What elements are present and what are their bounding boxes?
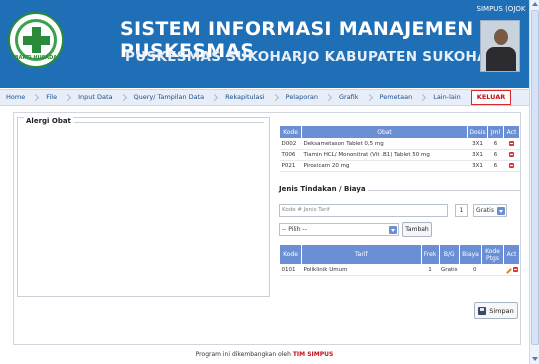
menu-item-lain-lain[interactable]: Lain-lain xyxy=(427,89,467,106)
main-menu: Home File Input Data Query/ Tampilan Dat… xyxy=(0,89,529,106)
petugas-value: -- Pilih -- xyxy=(282,226,307,233)
col-act: Act xyxy=(503,125,520,139)
cell-dosis: 3X1 xyxy=(467,149,488,161)
menu-separator-icon xyxy=(64,93,72,102)
menu-separator-icon xyxy=(419,93,427,102)
cell-kode-ptgs xyxy=(481,264,504,276)
col-tarif: Tarif xyxy=(301,244,422,265)
table-row: D002 Deksametason Tablet 0,5 mg 3X1 6 xyxy=(279,138,520,150)
col-dosis: Dosis xyxy=(467,125,488,139)
chevron-down-icon[interactable] xyxy=(389,226,397,234)
menu-separator-icon xyxy=(365,93,373,102)
cell-act xyxy=(503,138,520,150)
tindakan-table: Kode Tarif Frek B/G Biaya Kode Ptgs Act … xyxy=(279,244,520,276)
delete-icon[interactable] xyxy=(509,151,514,157)
scroll-up-icon[interactable] xyxy=(532,2,538,6)
user-name: SIMPUS (OJOK xyxy=(476,5,526,13)
vertical-scrollbar[interactable] xyxy=(529,0,539,364)
app-header: BAKTI HUSADA SISTEM INFORMASI MANAJEMEN … xyxy=(0,0,529,88)
petugas-select[interactable]: -- Pilih -- xyxy=(279,223,399,236)
table-row: P021 Piroxicam 20 mg 3X1 6 xyxy=(279,160,520,172)
medication-table: Kode Obat Dosis Jml Act D002 Deksametaso… xyxy=(279,125,520,172)
exit-button[interactable]: KELUAR xyxy=(470,90,512,105)
cell-tarif: Poliklinik Umum xyxy=(301,264,422,276)
delete-icon[interactable] xyxy=(509,162,514,168)
menu-separator-icon xyxy=(324,93,333,102)
table-row: 0101 Poliklinik Umum 1 Gratis 0 xyxy=(279,264,520,276)
cell-jml: 6 xyxy=(487,149,504,161)
menu-item-query[interactable]: Query/ Tampilan Data xyxy=(128,89,211,106)
menu-separator-icon xyxy=(211,93,219,102)
menu-item-input-data[interactable]: Input Data xyxy=(72,89,118,106)
col-jml: Jml xyxy=(487,125,504,139)
cell-frek: 1 xyxy=(421,264,440,276)
cell-biaya: 0 xyxy=(459,264,482,276)
cell-obat: Deksametason Tablet 0,5 mg xyxy=(301,138,468,150)
delete-icon[interactable] xyxy=(512,266,518,272)
payment-type-select[interactable]: Gratis xyxy=(473,204,507,217)
col-kode-ptgs: Kode Ptgs xyxy=(481,244,504,265)
save-label: Simpan xyxy=(489,306,514,315)
floppy-disk-icon xyxy=(478,306,487,315)
col-frek: Frek xyxy=(420,244,440,265)
cell-act xyxy=(503,160,520,172)
edit-icon[interactable] xyxy=(505,267,512,274)
scroll-down-icon[interactable] xyxy=(532,357,538,361)
delete-icon[interactable] xyxy=(509,140,514,146)
medication-table-wrapper: Kode Obat Dosis Jml Act D002 Deksametaso… xyxy=(279,125,520,172)
add-button[interactable]: Tambah xyxy=(402,222,432,237)
cell-dosis: 3X1 xyxy=(467,160,488,172)
logo-text: BAKTI HUSADA xyxy=(14,55,58,61)
menu-separator-icon xyxy=(271,93,279,102)
scroll-thumb[interactable] xyxy=(531,10,539,345)
user-avatar xyxy=(480,20,520,72)
cell-bg: Gratis xyxy=(439,264,460,276)
kode-tarif-input[interactable]: Kode # Jenis Tarif xyxy=(279,204,448,217)
chevron-down-icon[interactable] xyxy=(497,207,505,215)
save-button[interactable]: Simpan xyxy=(474,302,518,319)
cell-kode: D002 xyxy=(279,138,302,150)
col-act: Act xyxy=(503,244,520,265)
menu-item-file[interactable]: File xyxy=(40,89,63,106)
form-panel: Alergi Obat Kode Obat Dosis Jml Act D002 xyxy=(13,112,521,345)
menu-item-pelaporan[interactable]: Pelaporan xyxy=(280,89,324,106)
allergy-legend: Alergi Obat xyxy=(24,117,73,125)
cell-act xyxy=(503,264,520,276)
menu-separator-icon xyxy=(32,93,40,102)
cell-dosis: 3X1 xyxy=(467,138,488,150)
cell-obat: Piroxicam 20 mg xyxy=(301,160,468,172)
col-obat: Obat xyxy=(301,125,468,139)
col-kode: Kode xyxy=(279,244,302,265)
allergy-fieldset: Alergi Obat xyxy=(17,117,270,297)
footer-team-link[interactable]: TIM SIMPUS xyxy=(293,351,334,358)
cell-jml: 6 xyxy=(487,138,504,150)
payment-type-value: Gratis xyxy=(476,207,494,214)
app-subtitle: PUSKESMAS SUKOHARJO KABUPATEN SUKOHARJO xyxy=(125,49,516,65)
tindakan-legend: Jenis Tindakan / Biaya xyxy=(279,185,368,193)
col-biaya: Biaya xyxy=(459,244,482,265)
menu-item-home[interactable]: Home xyxy=(0,89,31,106)
menu-item-rekapitulasi[interactable]: Rekapitulasi xyxy=(219,89,270,106)
col-bg: B/G xyxy=(438,244,461,265)
cell-kode: 0101 xyxy=(279,264,302,276)
footer: Program ini dikembangkan oleh TIM SIMPUS xyxy=(0,351,529,358)
cell-obat: Tiamin HCL/ Mononitrat (Vit .B1) Tablet … xyxy=(301,149,468,161)
menu-separator-icon xyxy=(119,93,127,102)
tindakan-fieldset: Jenis Tindakan / Biaya Kode # Jenis Tari… xyxy=(279,185,520,276)
page: BAKTI HUSADA SISTEM INFORMASI MANAJEMEN … xyxy=(0,0,529,364)
puskesmas-logo-icon: BAKTI HUSADA xyxy=(8,12,64,68)
menu-item-grafik[interactable]: Grafik xyxy=(333,89,365,106)
table-row: T006 Tiamin HCL/ Mononitrat (Vit .B1) Ta… xyxy=(279,149,520,161)
cell-act xyxy=(503,149,520,161)
cell-kode: T006 xyxy=(279,149,302,161)
cell-jml: 6 xyxy=(487,160,504,172)
col-kode: Kode xyxy=(279,125,302,139)
cell-kode: P021 xyxy=(279,160,302,172)
quantity-input[interactable]: 1 xyxy=(455,204,468,217)
footer-text: Program ini dikembangkan oleh xyxy=(195,351,293,358)
menu-item-pemetaan[interactable]: Pemetaan xyxy=(374,89,419,106)
